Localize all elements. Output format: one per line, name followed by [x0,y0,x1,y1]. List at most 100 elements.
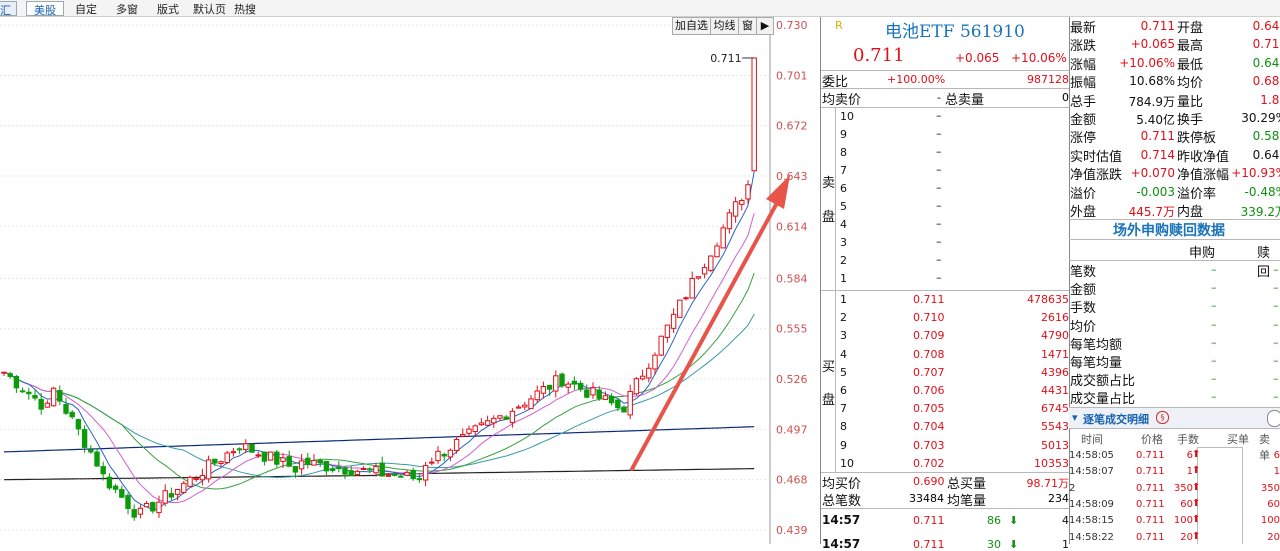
price-tick-label: 0.584 [776,272,808,285]
candle-body [286,456,292,467]
candle-body [466,428,472,434]
menu-item-layout[interactable]: 版式 [157,1,179,17]
tick-count: 1 [1062,538,1069,551]
otc-row-label: 笔数 [1070,265,1097,280]
detail-volume: 100 [1173,515,1193,527]
price-change-pct: +10.06% [1011,51,1067,65]
candle-body [205,459,212,480]
moving-average-button[interactable]: 均线 [710,17,739,35]
buy-price: 0.706 [913,384,945,397]
candle-body [590,387,596,396]
sell-side-label-2: 盘 [822,210,836,225]
candle-body [88,449,94,453]
candle-body [391,473,398,476]
price-tick-label: 0.497 [776,423,808,436]
stat-label: 涨幅 [1070,57,1097,73]
menu-item-custom[interactable]: 自定 [75,1,97,17]
candle-body [627,390,633,416]
candle-body [404,471,410,476]
candle-body [187,476,193,487]
expand-arrow-icon[interactable]: ▶ [756,17,774,35]
buy-price: 0.703 [913,438,945,452]
buy-level: 7 [840,402,847,416]
otc-row-label: 成交量占比 [1070,392,1136,408]
candle-body [292,465,299,473]
stat-value: 445.7万 [1128,205,1175,219]
price-tick-label: 0.439 [776,524,808,537]
menu-item-multi-window[interactable]: 多窗 [116,1,138,17]
candle-body [181,482,187,493]
kline-chart[interactable]: 0.730 0.701 0.672 0.643 0.614 0.584 0.555 0.526… [0,17,820,544]
candle-body [38,398,44,410]
candle-body [63,404,69,414]
stat-value-2: 339.2万 [1240,205,1280,219]
candle-body [131,509,137,518]
ma5-line [3,171,755,511]
buy-price: 0.705 [913,402,945,416]
candle-body [100,466,106,475]
otc-redeem-value: – [1273,372,1279,386]
otc-subscribe-value: – [1211,281,1217,295]
stat-value-2: 30.29% [1241,111,1280,125]
detail-header-bar[interactable]: ▾ 逐笔成交明细 § [1069,408,1280,429]
buy-price: 0.711 [913,293,945,306]
candle-body [360,467,367,470]
candle-body [608,395,615,404]
market-tab-us-stocks[interactable]: 美股 [26,1,64,17]
candle-body [515,406,522,409]
candle-body [311,459,317,466]
scroll-button[interactable] [1267,410,1280,427]
candle-body [410,469,416,480]
stat-label-2: 最低 [1177,57,1204,73]
sell-level: 4 [840,218,847,231]
avg-count-label: 均笔量 [947,494,987,509]
price-tick-label: 0.701 [776,69,808,82]
tick-time: 14:57 [822,537,861,551]
candle-body [602,395,609,400]
kline-chart-panel[interactable]: 0.730 0.701 0.672 0.643 0.614 0.584 0.555 0.526… [0,17,820,544]
buy-level: 3 [840,329,847,343]
candle-body [534,390,540,401]
candle-body [540,385,547,394]
detail-settings-icon[interactable]: § [1156,411,1169,424]
buy-level: 9 [840,438,847,452]
otc-redeem-value: – [1273,335,1279,349]
weicha-value: 987128 [1027,73,1069,86]
market-tab-hui[interactable]: 汇 [0,1,17,17]
detail-time: 14:58:09 [1069,498,1114,510]
detail-column-header: 买单 [1227,433,1249,446]
menu-item-default-page[interactable]: 默认页 [193,1,226,17]
up-arrow-icon: ⬆ [1192,497,1201,509]
candle-body [174,488,181,495]
otc-subscribe-value: – [1211,372,1217,386]
candle-body [726,212,733,230]
otc-subscribe-header: 申购 [1189,246,1216,261]
candle-body [701,267,708,275]
detail-time: 14:58:22 [1069,531,1114,543]
detail-volume: 1 [1186,466,1193,478]
collapse-icon[interactable]: ▾ [1072,411,1078,424]
candle-body [212,458,218,464]
price-tick-label: 0.614 [776,220,808,233]
menu-item-hot-search[interactable]: 热搜 [234,1,256,17]
stat-value-2: 0.688 [1252,74,1280,89]
buy-level: 5 [840,365,847,379]
stat-value-2: 0.643 [1252,19,1280,33]
candle-body [69,411,75,418]
window-button[interactable]: 窗 [738,17,757,35]
stat-value: 0.714 [1140,147,1175,162]
price-tick-label: 0.672 [776,120,808,133]
stat-value-2: 0.711 [1252,37,1280,52]
buy-level: 10 [840,456,854,470]
stat-label: 外盘 [1070,205,1097,220]
avg-count-value: 234 [1048,492,1069,505]
candle-body [553,375,559,392]
add-watchlist-button[interactable]: 加自选 [672,17,711,35]
buy-volume: 478635 [1027,293,1069,306]
candle-body [596,389,602,399]
candle-body [305,457,311,466]
stat-label-2: 换手 [1177,113,1204,128]
up-arrow-icon: ⬆ [1192,449,1201,460]
candle-body [143,503,150,508]
down-arrow-icon: ⬇ [1009,538,1019,551]
